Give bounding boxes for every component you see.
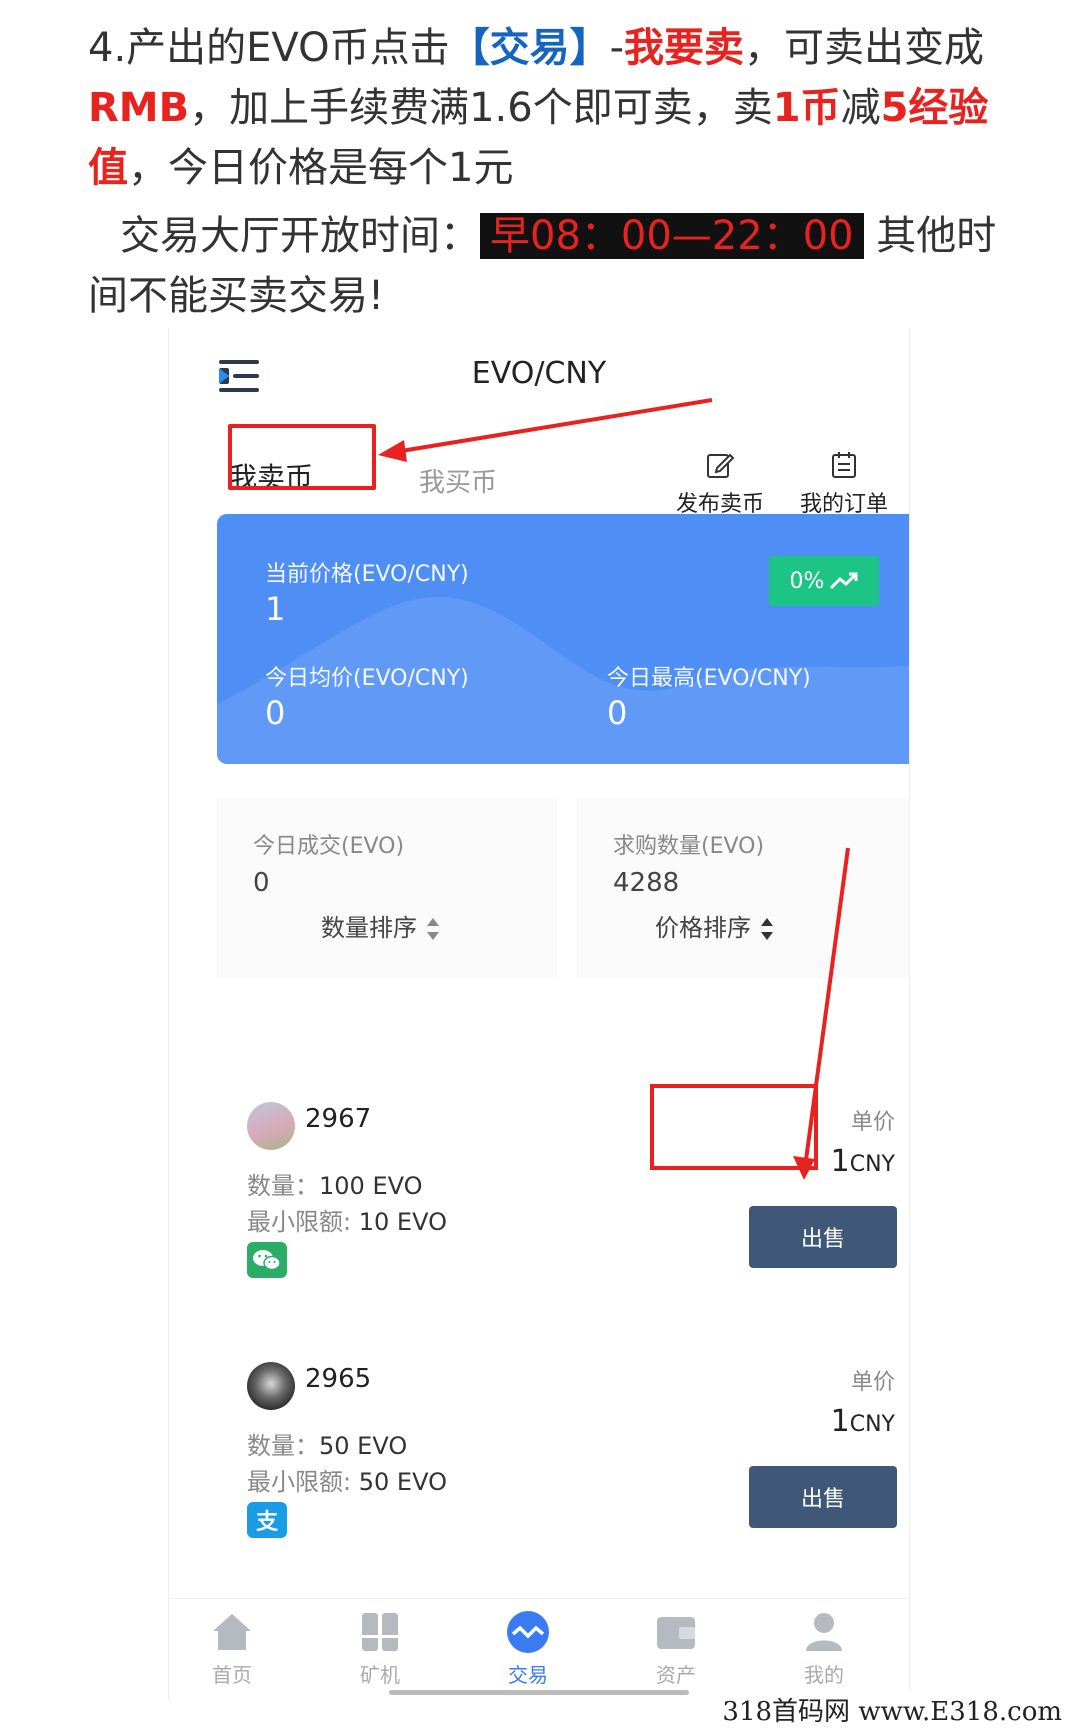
tab-home-label: 首页 xyxy=(212,1663,252,1687)
article-paragraph-1: 4.产出的EVO币点击【交易】-我要卖，可卖出变成 RMB，加上手续费满1.6个即… xyxy=(88,18,1008,198)
trend-up-icon xyxy=(830,572,858,590)
sell-emphasis: 我要卖 xyxy=(624,25,745,71)
sort-by-price[interactable]: 价格排序 xyxy=(655,908,773,943)
article-line1-prefix: 4.产出的EVO币点击 xyxy=(88,25,450,71)
publish-sell-button[interactable]: 发布卖币 xyxy=(665,450,775,518)
article-line3-rest: ，今日价格是每个1元 xyxy=(128,145,514,191)
min-limit-value: 10 EVO xyxy=(358,1208,447,1236)
edit-icon xyxy=(707,453,735,478)
unit-price: 1CNY xyxy=(831,1404,895,1439)
high-price-value: 0 xyxy=(607,694,628,732)
change-badge: 0% xyxy=(769,556,879,606)
tab-assets[interactable]: 资产 xyxy=(621,1609,731,1688)
unit-price-value: 1 xyxy=(830,1144,850,1179)
tab-buy-coin[interactable]: 我买币 xyxy=(419,462,497,499)
my-orders-button[interactable]: 我的订单 xyxy=(789,450,899,518)
price-banner: 当前价格(EVO/CNY) 1 0% 今日均价(EVO/CNY) 0 今日最高(… xyxy=(217,514,909,764)
bottom-tab-bar: 首页 矿机 交易 资产 我的 xyxy=(169,1598,909,1700)
change-value: 0% xyxy=(789,568,825,594)
article-text: 4.产出的EVO币点击【交易】-我要卖，可卖出变成 RMB，加上手续费满1.6个即… xyxy=(88,18,1008,326)
volume-stat: 今日成交(EVO) 0 xyxy=(217,798,557,978)
avg-price-value: 0 xyxy=(265,694,286,732)
avg-price-label: 今日均价(EVO/CNY) xyxy=(265,666,469,691)
article-line1-rest: ，可卖出变成 xyxy=(744,25,985,71)
calendar-icon xyxy=(832,452,856,478)
high-price-label: 今日最高(EVO/CNY) xyxy=(607,666,811,691)
volume-value: 0 xyxy=(253,868,270,898)
avatar xyxy=(247,1102,295,1150)
sort-quantity-label: 数量排序 xyxy=(321,914,417,942)
order-card: 2965 数量：50 EVO 最小限额: 50 EVO 支 单价 1CNY 出售 xyxy=(217,1332,909,1552)
wallet-icon xyxy=(657,1617,695,1649)
sell-button[interactable]: 出售 xyxy=(749,1466,897,1528)
order-quantity: 数量：50 EVO xyxy=(247,1426,407,1461)
hours-prefix: 交易大厅开放时间： xyxy=(120,213,480,259)
currency-label: CNY xyxy=(849,1152,895,1177)
top-bar: EVO/CNY xyxy=(169,328,909,428)
tab-trade-label: 交易 xyxy=(508,1663,548,1687)
trade-link-text: 【交易】 xyxy=(449,25,610,71)
quantity-label: 数量： xyxy=(247,1172,319,1200)
current-price-label: 当前价格(EVO/CNY) xyxy=(265,562,469,587)
quantity-label: 数量： xyxy=(247,1432,319,1460)
unit-price-label: 单价 xyxy=(850,1110,895,1135)
sell-tab-highlight xyxy=(228,424,376,490)
app-screenshot: EVO/CNY 我卖币 我买币 发布卖币 我的订单 当前价格(EVO/CNY) … xyxy=(168,328,910,1700)
miner-icon xyxy=(362,1613,398,1651)
min-limit-label: 最小限额: xyxy=(247,1468,352,1496)
page-title: EVO/CNY xyxy=(471,356,607,391)
seller-id: 2965 xyxy=(305,1364,372,1394)
rmb-emphasis: RMB xyxy=(88,85,190,131)
tab-mine[interactable]: 我的 xyxy=(769,1609,879,1688)
sort-arrows-icon xyxy=(761,918,773,940)
order-min-limit: 最小限额: 10 EVO xyxy=(247,1202,447,1237)
tab-trade[interactable]: 交易 xyxy=(473,1609,583,1688)
quantity-value: 50 EVO xyxy=(319,1432,408,1460)
unit-price-value: 1 xyxy=(830,1404,850,1439)
trade-icon xyxy=(507,1611,549,1653)
banner-wave-decoration xyxy=(217,596,909,764)
demand-label: 求购数量(EVO) xyxy=(613,834,765,859)
tab-miner[interactable]: 矿机 xyxy=(325,1609,435,1688)
user-icon xyxy=(806,1613,842,1651)
current-price-value: 1 xyxy=(265,590,286,628)
trading-hours: 早08：00—22：00 xyxy=(480,213,864,259)
min-limit-label: 最小限额: xyxy=(247,1208,352,1236)
sort-by-quantity[interactable]: 数量排序 xyxy=(321,908,439,943)
order-quantity: 数量：100 EVO xyxy=(247,1166,423,1201)
sort-arrows-icon xyxy=(427,918,439,940)
home-indicator xyxy=(389,1690,689,1695)
article-paragraph-2: 交易大厅开放时间： 早08：00—22：00 其他时间不能买卖交易! xyxy=(88,206,1008,326)
quantity-value: 100 EVO xyxy=(319,1172,423,1200)
order-min-limit: 最小限额: 50 EVO xyxy=(247,1462,447,1497)
sort-price-label: 价格排序 xyxy=(655,914,751,942)
min-limit-value: 50 EVO xyxy=(358,1468,447,1496)
volume-label: 今日成交(EVO) xyxy=(253,834,405,859)
sell-button-highlight xyxy=(650,1084,818,1170)
article-minus: 减 xyxy=(840,85,881,131)
unit-price: 1CNY xyxy=(831,1144,895,1179)
article-line2-rest: ，加上手续费满1.6个即可卖，卖 xyxy=(189,85,773,131)
seller-id: 2967 xyxy=(305,1104,372,1134)
tab-miner-label: 矿机 xyxy=(360,1663,400,1687)
tab-assets-label: 资产 xyxy=(656,1663,696,1687)
sell-button[interactable]: 出售 xyxy=(749,1206,897,1268)
avatar xyxy=(247,1362,295,1410)
tab-mine-label: 我的 xyxy=(804,1663,844,1687)
one-coin-emphasis: 1币 xyxy=(772,85,841,131)
home-icon xyxy=(213,1614,251,1650)
article-dash: - xyxy=(609,25,625,71)
tab-home[interactable]: 首页 xyxy=(177,1609,287,1688)
demand-value: 4288 xyxy=(613,868,680,898)
trade-stats: 今日成交(EVO) 0 求购数量(EVO) 4288 xyxy=(217,798,909,978)
currency-label: CNY xyxy=(849,1412,895,1437)
unit-price-label: 单价 xyxy=(850,1370,895,1395)
demand-stat: 求购数量(EVO) 4288 xyxy=(577,798,909,978)
wechat-icon xyxy=(247,1242,287,1278)
watermark: 318首码网 www.E318.com xyxy=(716,1691,1068,1728)
alipay-icon: 支 xyxy=(247,1502,287,1538)
